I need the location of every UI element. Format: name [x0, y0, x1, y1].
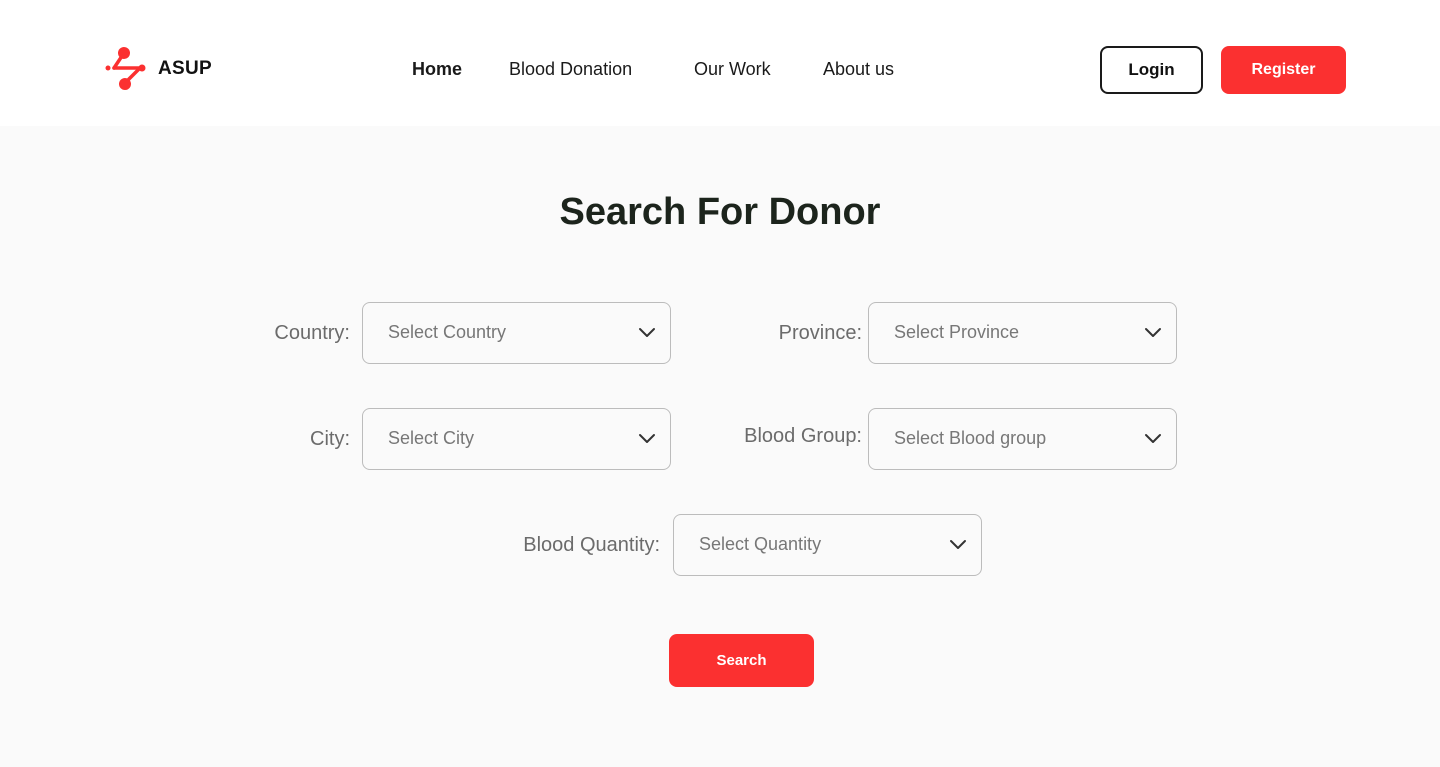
brand-name: ASUP: [158, 58, 212, 79]
network-nodes-logo-icon: [104, 46, 146, 92]
blood-quantity-label: Blood Quantity:: [523, 534, 660, 556]
register-button[interactable]: Register: [1221, 46, 1346, 94]
nav-item-about-us[interactable]: About us: [823, 56, 894, 82]
city-select-value: Select City: [388, 428, 475, 448]
page-title: Search For Donor: [559, 191, 881, 233]
blood-quantity-select-value: Select Quantity: [699, 534, 822, 554]
brand-logo[interactable]: ASUP: [104, 46, 212, 92]
city-label: City:: [310, 428, 350, 450]
nav-item-our-work[interactable]: Our Work: [694, 56, 771, 82]
chevron-down-icon: [949, 537, 967, 551]
search-button[interactable]: Search: [669, 634, 814, 687]
blood-group-select-value: Select Blood group: [894, 428, 1047, 448]
blood-group-select[interactable]: Select Blood group: [868, 408, 1177, 470]
nav-item-home[interactable]: Home: [412, 56, 462, 82]
chevron-down-icon: [638, 325, 656, 339]
country-label: Country:: [274, 322, 350, 344]
country-select[interactable]: Select Country: [362, 302, 671, 364]
site-header: ASUP Home Blood Donation Our Work About …: [0, 0, 1440, 126]
chevron-down-icon: [638, 431, 656, 445]
blood-quantity-select[interactable]: Select Quantity: [673, 514, 982, 576]
chevron-down-icon: [1144, 431, 1162, 445]
province-select[interactable]: Select Province: [868, 302, 1177, 364]
province-select-value: Select Province: [894, 322, 1020, 342]
nav-item-blood-donation[interactable]: Blood Donation: [509, 56, 632, 82]
province-label: Province:: [778, 322, 862, 344]
city-select[interactable]: Select City: [362, 408, 671, 470]
chevron-down-icon: [1144, 325, 1162, 339]
login-button[interactable]: Login: [1100, 46, 1203, 94]
blood-group-label: Blood Group:: [744, 425, 862, 447]
country-select-value: Select Country: [388, 322, 507, 342]
